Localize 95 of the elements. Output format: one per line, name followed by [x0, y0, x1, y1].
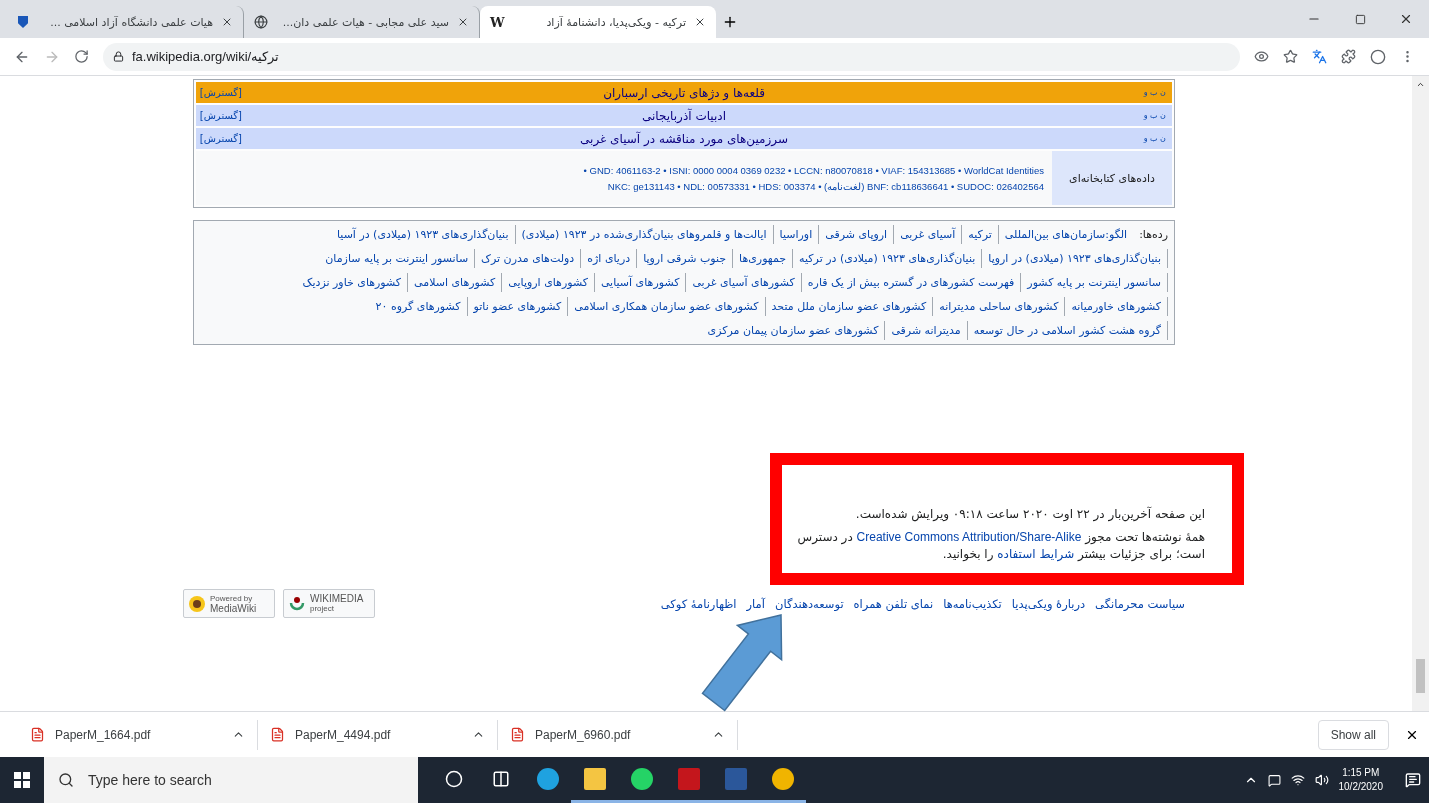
notification-icon[interactable] [1405, 772, 1421, 788]
category-link[interactable]: جنوب شرقی اروپا [637, 249, 734, 268]
category-link[interactable]: ترکیه [962, 225, 999, 244]
category-link[interactable]: الگو:سازمان‌های بین‌المللی [998, 225, 1134, 244]
volume-icon[interactable] [1314, 773, 1329, 787]
address-bar[interactable]: fa.wikipedia.org/wiki/ترکیه [103, 42, 1240, 71]
download-item[interactable]: PaperM_6960.pdf [498, 719, 738, 750]
show-all-button[interactable]: Show all [1317, 719, 1389, 750]
category-link[interactable]: ایالت‌ها و قلمروهای بنیان‌گذاری‌شده در ۱۹۲۳ (میلادی) [515, 225, 774, 244]
search-icon [58, 772, 74, 788]
footer-link[interactable]: تکذیب‌نامه‌ها [943, 596, 1002, 611]
category-link[interactable]: کشورهای عضو سازمان ملل متحد [765, 297, 934, 316]
pdf-icon [510, 727, 525, 742]
navbox-title[interactable]: ادبیات آذربایجانی [642, 108, 726, 123]
navbar-links[interactable]: ن ب و [1126, 88, 1166, 97]
navbox-title[interactable]: سرزمین‌های مورد مناقشه در آسیای غربی [580, 131, 788, 146]
globe-logo-icon [288, 594, 306, 613]
footer-link[interactable]: نمای تلفن همراه [853, 596, 934, 611]
category-link[interactable]: سانسور اینترنت بر پایه سازمان [319, 249, 476, 268]
scroll-up-icon[interactable] [1416, 80, 1425, 89]
category-link[interactable]: فهرست کشورهای در گستره بیش از یک قاره [801, 273, 1022, 292]
footer-link[interactable]: توسعه‌دهندگان [775, 596, 844, 611]
authority-ids[interactable]: • GND: 4061163-2 • ISNI: 0000 0004 0369 0232 • LCCN: n80070818 • VIAF: 154313685 • WorldCat Identities [583, 164, 1044, 176]
profile-avatar[interactable] [1370, 48, 1386, 65]
sunflower-icon [188, 594, 206, 613]
badge-text: WIKIMEDIA [310, 593, 364, 604]
authority-ids[interactable]: NKC: ge131143 • NDL: 00573331 • HDS: 003374 • (لغت‌نامه) BNF: cb118636641 • SUDOC: 026402564 [607, 180, 1044, 192]
category-link[interactable]: کشورهای اروپایی [502, 273, 595, 292]
license-link[interactable]: Creative Commons Attribution/Share-Alike [856, 530, 1082, 544]
windows-logo-icon[interactable] [14, 772, 30, 788]
navbar-links[interactable]: ن ب و [1126, 111, 1166, 120]
last-edit-text: این صفحه آخرین‌بار در ۲۲ اوت ۲۰۲۰ ساعت ۰۹:۱۸ ویرایش شده‌است. [854, 506, 1205, 523]
download-item[interactable]: PaperM_1664.pdf [18, 719, 258, 750]
footer-badge[interactable]: Powered by MediaWiki [183, 589, 275, 618]
category-link[interactable]: دریای اژه [581, 249, 638, 268]
pdf-icon [30, 727, 45, 742]
category-link[interactable]: کشورهای خاورمیانه [1065, 297, 1168, 316]
category-link[interactable]: بنیان‌گذاری‌های ۱۹۲۳ (میلادی) در ترکیه [793, 249, 983, 268]
authority-label: داده‌های کتابخانه‌ای [1052, 151, 1172, 205]
download-item[interactable]: PaperM_4494.pdf [258, 719, 498, 750]
category-link[interactable]: کشورهای عضو سازمان پیمان مرکزی [701, 321, 886, 340]
tab-favicon: W [490, 14, 505, 30]
category-link[interactable]: دولت‌های مدرن ترک [475, 249, 582, 268]
navbox-title[interactable]: قلعه‌ها و دژهای تاریخی ارسباران [603, 85, 765, 100]
terms-link[interactable]: شرایط استفاده [997, 547, 1075, 561]
categories-label: رده‌ها: [1139, 227, 1168, 243]
close-icon[interactable] [1399, 12, 1413, 26]
footer-link[interactable]: آمار [746, 596, 765, 611]
category-link[interactable]: گروه هشت کشور اسلامی در حال توسعه [967, 321, 1168, 340]
scroll-thumb[interactable] [1416, 659, 1425, 693]
badge-text: Powered by [210, 593, 254, 604]
eye-icon[interactable] [1254, 49, 1269, 64]
category-link[interactable]: کشورهای آسیایی [594, 273, 687, 292]
close-icon[interactable] [221, 16, 233, 28]
restore-icon[interactable] [1354, 13, 1366, 25]
footer-link[interactable]: دربارهٔ ویکی‌پدیا [1011, 596, 1086, 611]
taskbar-search-field[interactable]: Type here to search [44, 757, 418, 803]
shield-icon [18, 16, 28, 28]
close-icon[interactable] [457, 16, 469, 28]
category-link[interactable]: کشورهای گروه ۲۰ [369, 297, 468, 316]
category-link[interactable]: کشورهای عضو سازمان همکاری اسلامی [568, 297, 766, 316]
plus-icon[interactable] [722, 14, 738, 30]
footer-badge[interactable]: WIKIMEDIA project [283, 589, 375, 618]
category-link[interactable]: مدیترانه شرقی [885, 321, 968, 340]
puzzle-icon[interactable] [1341, 49, 1356, 64]
category-link[interactable]: اروپای شرقی [819, 225, 895, 244]
close-icon[interactable] [694, 16, 706, 28]
network-icon[interactable] [1290, 773, 1305, 787]
badge-text: project [310, 603, 335, 614]
clock[interactable]: 1:15 PM 10/2/2020 [1338, 766, 1383, 794]
star-icon[interactable] [1283, 49, 1298, 64]
reload-icon[interactable] [74, 49, 89, 64]
navbar-links[interactable]: ن ب و [1126, 134, 1166, 143]
category-link[interactable]: سانسور اینترنت بر پایه کشور [1021, 273, 1168, 292]
category-link[interactable]: بنیان‌گذاری‌های ۱۹۲۳ (میلادی) در آسیا [330, 225, 516, 244]
expand-link[interactable]: [گسترش] [202, 110, 242, 121]
category-link[interactable]: آسیای غربی [894, 225, 963, 244]
translate-icon[interactable] [1312, 49, 1327, 64]
expand-link[interactable]: [گسترش] [202, 87, 242, 98]
category-link[interactable]: اوراسیا [773, 225, 820, 244]
footer-link[interactable]: اظهارنامهٔ کوکی [660, 596, 737, 611]
badge-text: MediaWiki [210, 603, 257, 614]
category-link[interactable]: کشورهای خاور نزدیک [296, 273, 409, 292]
category-link[interactable]: کشورهای عضو ناتو [467, 297, 569, 316]
category-link[interactable]: جمهوری‌ها [733, 249, 794, 268]
expand-link[interactable]: [گسترش] [202, 133, 242, 144]
globe-icon [254, 15, 268, 29]
category-link[interactable]: کشورهای آسیای غربی [686, 273, 802, 292]
tray-icon[interactable] [1267, 773, 1281, 787]
category-link[interactable]: کشورهای ساحلی مدیترانه [933, 297, 1066, 316]
footer-link[interactable]: سیاست محرمانگی [1095, 596, 1185, 611]
category-link[interactable]: کشورهای اسلامی [408, 273, 503, 292]
pdf-icon [270, 727, 285, 742]
category-link[interactable]: بنیان‌گذاری‌های ۱۹۲۳ (میلادی) در اروپا [982, 249, 1168, 268]
scrollbar[interactable] [1412, 76, 1429, 711]
